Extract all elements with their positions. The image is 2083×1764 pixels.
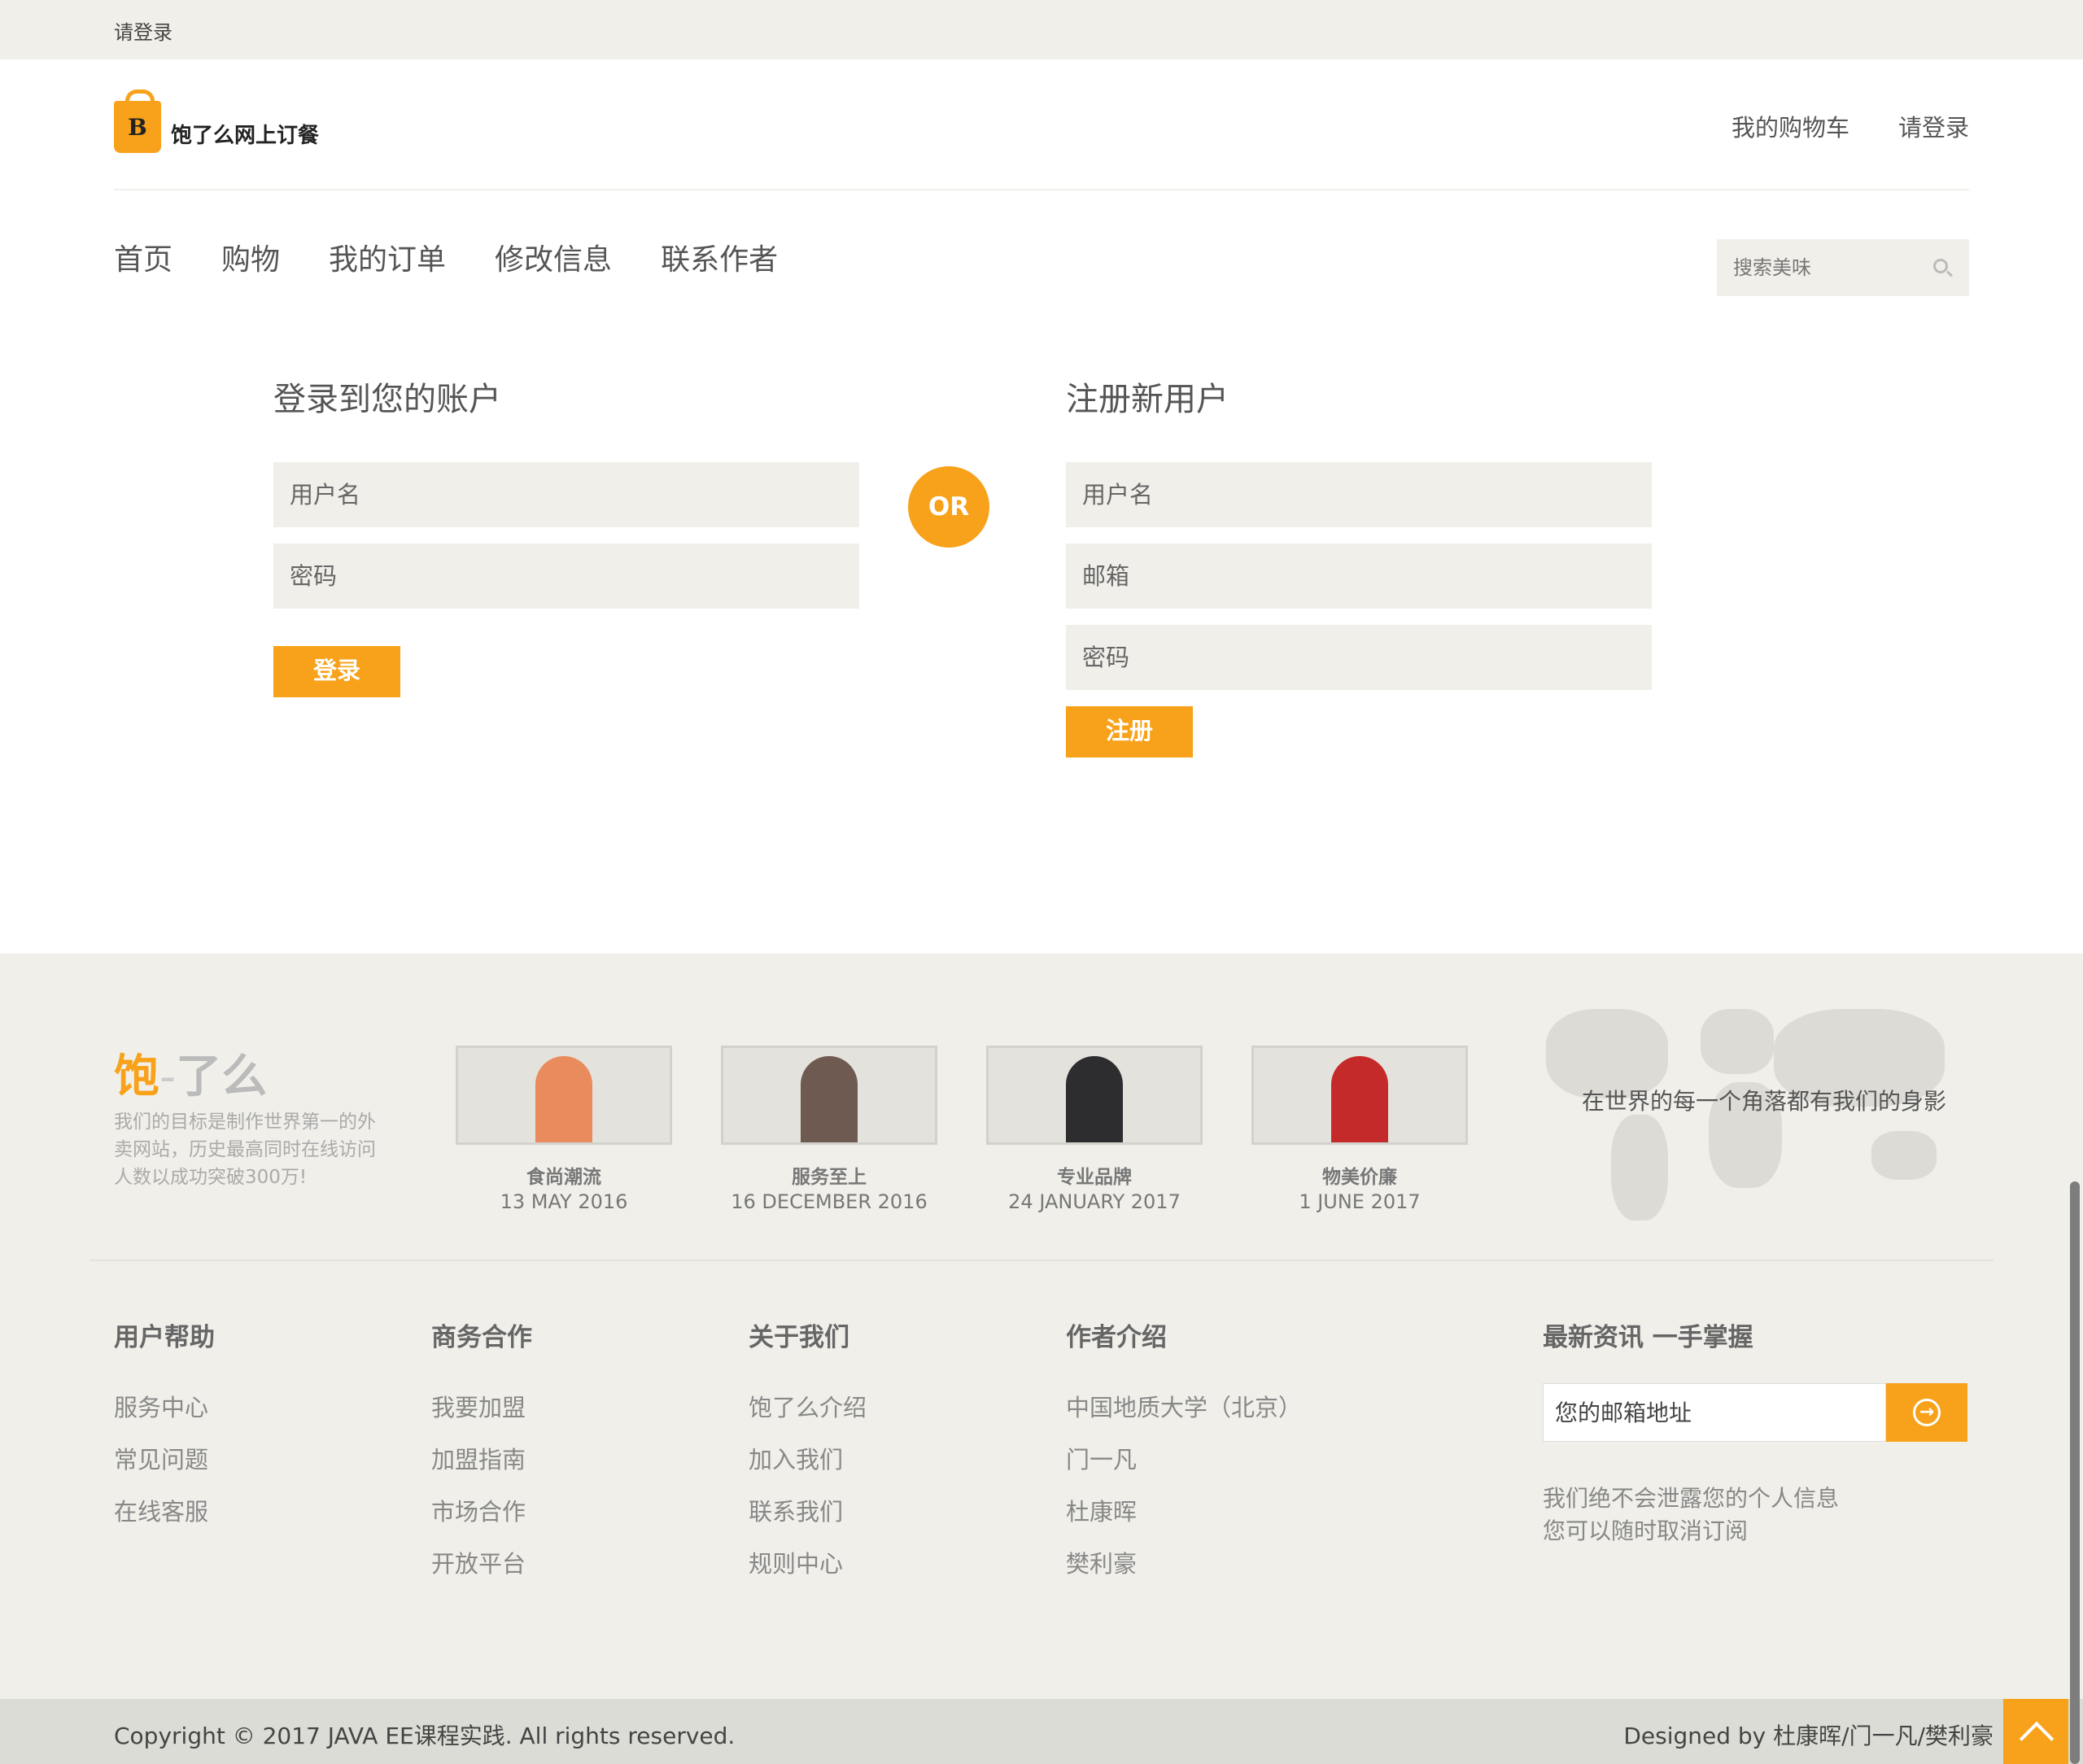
cart-link[interactable]: 我的购物车 <box>1731 109 1849 143</box>
footer-heading: 用户帮助 <box>114 1323 215 1352</box>
footer-divider <box>90 1260 1993 1261</box>
footer-link[interactable]: 联系我们 <box>749 1493 867 1545</box>
logo-letter: B <box>128 114 147 141</box>
footer-link[interactable]: 门一凡 <box>1066 1441 1302 1493</box>
or-divider: OR <box>908 466 989 548</box>
footer-link[interactable]: 杜康晖 <box>1066 1493 1302 1545</box>
footer-heading: 关于我们 <box>749 1323 849 1352</box>
nav-item-orders[interactable]: 我的订单 <box>329 236 446 278</box>
register-password-field[interactable] <box>1066 625 1652 690</box>
footer-heading: 作者介绍 <box>1066 1323 1167 1352</box>
brand-description: 我们的目标是制作世界第一的外卖网站，历史最高同时在线访问人数以成功突破300万! <box>114 1111 376 1188</box>
nav-item-home[interactable]: 首页 <box>114 236 172 278</box>
footer-brand: 饱-了么 <box>114 1040 267 1106</box>
footer-link[interactable]: 我要加盟 <box>431 1389 532 1441</box>
subscribe-note: 我们绝不会泄露您的个人信息 您可以随时取消订阅 <box>1543 1482 1839 1548</box>
footer-link[interactable]: 饱了么介绍 <box>749 1389 867 1441</box>
feature-image[interactable] <box>986 1046 1203 1145</box>
feature-item[interactable]: 食尚潮流 13 MAY 2016 <box>456 1046 672 1213</box>
feature-date: 13 MAY 2016 <box>500 1190 628 1213</box>
footer-heading: 商务合作 <box>431 1323 532 1352</box>
page-scrollbar[interactable] <box>2070 1181 2080 1764</box>
header-login-link[interactable]: 请登录 <box>1898 109 1969 143</box>
footer-link[interactable]: 服务中心 <box>114 1389 215 1441</box>
feature-image[interactable] <box>721 1046 937 1145</box>
login-button[interactable]: 登录 <box>273 646 400 697</box>
nav-item-contact[interactable]: 联系作者 <box>661 236 778 278</box>
register-username-field[interactable] <box>1066 462 1652 527</box>
site-logo[interactable]: B 饱了么网上订餐 <box>114 90 325 158</box>
brand-part1: 饱 <box>114 1050 159 1103</box>
footer-column-about: 关于我们 饱了么介绍 加入我们 联系我们 规则中心 <box>749 1316 867 1597</box>
subscribe-title: 最新资讯 一手掌握 <box>1543 1323 1753 1352</box>
search-box <box>1717 239 1969 296</box>
login-username-field[interactable] <box>273 462 859 527</box>
search-icon[interactable] <box>1933 259 1948 273</box>
feature-date: 16 DECEMBER 2016 <box>731 1190 928 1213</box>
footer-link[interactable]: 加入我们 <box>749 1441 867 1493</box>
feature-title[interactable]: 食尚潮流 <box>456 1161 672 1189</box>
feature-title[interactable]: 物美价廉 <box>1251 1161 1468 1189</box>
designed-by-text: Designed by 杜康晖/门一凡/樊利豪 <box>1623 1723 1993 1749</box>
subscribe-button[interactable]: → <box>1886 1383 1967 1442</box>
feature-item[interactable]: 专业品牌 24 JANUARY 2017 <box>986 1046 1203 1213</box>
subscribe-note-line: 我们绝不会泄露您的个人信息 <box>1543 1485 1840 1512</box>
subscribe-note-line: 您可以随时取消订阅 <box>1543 1517 1749 1544</box>
top-login-link[interactable]: 请登录 <box>114 16 172 45</box>
footer-column-authors: 作者介绍 中国地质大学（北京） 门一凡 杜康晖 樊利豪 <box>1066 1316 1302 1597</box>
map-caption: 在世界的每一个角落都有我们的身影 <box>1582 1088 1947 1115</box>
footer-link[interactable]: 市场合作 <box>431 1493 532 1545</box>
footer-column-help: 用户帮助 服务中心 常见问题 在线客服 <box>114 1316 215 1545</box>
main-nav: 首页 购物 我的订单 修改信息 联系作者 <box>114 236 778 278</box>
register-email-field[interactable] <box>1066 544 1652 609</box>
arrow-right-circle-icon: → <box>1913 1399 1941 1426</box>
footer-link[interactable]: 规则中心 <box>749 1545 867 1597</box>
top-bar: 请登录 <box>0 0 2083 59</box>
back-to-top-button[interactable] <box>2003 1699 2068 1764</box>
footer-link[interactable]: 常见问题 <box>114 1441 215 1493</box>
login-title: 登录到您的账户 <box>273 381 501 418</box>
footer-column-business: 商务合作 我要加盟 加盟指南 市场合作 开放平台 <box>431 1316 532 1597</box>
header-divider <box>114 189 1969 190</box>
feature-date: 24 JANUARY 2017 <box>1008 1190 1181 1213</box>
copyright-text: Copyright © 2017 JAVA EE课程实践. All rights… <box>114 1723 736 1749</box>
feature-date: 1 JUNE 2017 <box>1299 1190 1421 1213</box>
brand-separator: - <box>159 1050 177 1103</box>
register-title: 注册新用户 <box>1066 381 1229 418</box>
footer-link[interactable]: 开放平台 <box>431 1545 532 1597</box>
header-links: 我的购物车 请登录 <box>1731 109 1969 143</box>
feature-image[interactable] <box>1251 1046 1468 1145</box>
footer-link[interactable]: 中国地质大学（北京） <box>1066 1389 1302 1441</box>
logo-text: 饱了么网上订餐 <box>171 124 320 148</box>
feature-title[interactable]: 服务至上 <box>721 1161 937 1189</box>
register-button[interactable]: 注册 <box>1066 706 1193 758</box>
login-password-field[interactable] <box>273 544 859 609</box>
feature-item[interactable]: 服务至上 16 DECEMBER 2016 <box>721 1046 937 1213</box>
feature-title[interactable]: 专业品牌 <box>986 1161 1203 1189</box>
feature-image[interactable] <box>456 1046 672 1145</box>
footer-link[interactable]: 加盟指南 <box>431 1441 532 1493</box>
nav-item-profile[interactable]: 修改信息 <box>495 236 612 278</box>
feature-item[interactable]: 物美价廉 1 JUNE 2017 <box>1251 1046 1468 1213</box>
shopping-bag-icon: B <box>114 90 161 153</box>
footer-link[interactable]: 在线客服 <box>114 1493 215 1545</box>
brand-part2: 了么 <box>176 1050 268 1103</box>
search-input[interactable] <box>1733 239 1920 296</box>
nav-item-shop[interactable]: 购物 <box>221 236 280 278</box>
footer-link[interactable]: 樊利豪 <box>1066 1545 1302 1597</box>
subscribe-email-input[interactable] <box>1543 1383 1886 1442</box>
